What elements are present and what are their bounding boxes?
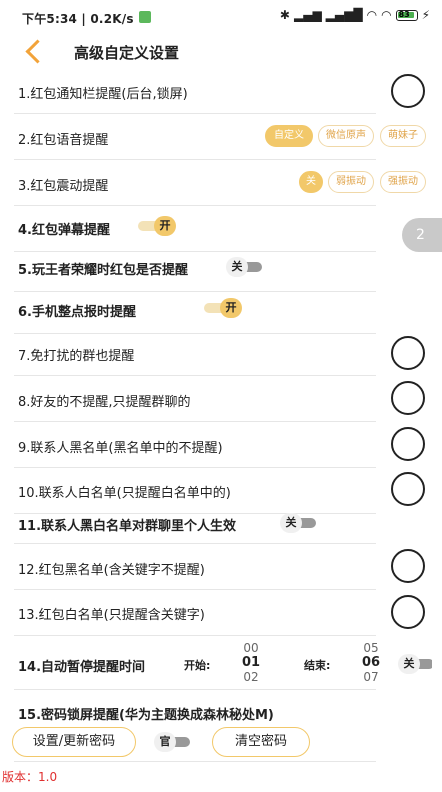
setting-label-4: 4.红包弹幕提醒 [18, 223, 110, 238]
password-lock-toggle-label: 官 [154, 732, 176, 752]
setting-label-8: 8.好友的不提醒,只提醒群聊的 [18, 395, 191, 410]
pause-start-prev: 00 [243, 641, 259, 655]
wifi-icon: ◠ [366, 8, 378, 22]
honor-of-kings-toggle-label: 关 [226, 257, 248, 277]
setting-row-5: 5.玩王者荣耀时红包是否提醒 [14, 246, 376, 292]
setting-10-radio[interactable] [391, 472, 425, 506]
setting-8-radio[interactable] [391, 381, 425, 415]
pause-start-current: 01 [241, 655, 261, 670]
setting-row-11: 11.联系人黑白名单对群聊里个人生效 [14, 502, 376, 544]
setting-label-6: 6.手机整点报时提醒 [18, 305, 136, 320]
pause-start-label: 开始: [184, 659, 211, 672]
signal-icon: ▂▄▆ [293, 8, 322, 22]
setting-row-7: 7.免打扰的群也提醒 [14, 330, 376, 376]
voice-option-wechat[interactable]: 微信原声 [318, 125, 374, 147]
status-icons: ✱ ▂▄▆ ▂▄▆█ ◠ ◠ 83 ⚡ [280, 8, 430, 22]
setting-label-14: 14.自动暂停提醒时间 [18, 660, 146, 675]
setting-1-radio[interactable] [391, 74, 425, 108]
vibrate-option-off[interactable]: 关 [299, 171, 323, 193]
status-time: 下午5:34 | 0.2K/s [22, 12, 134, 26]
charging-icon: ⚡ [421, 8, 430, 22]
battery-icon: 83 [395, 9, 418, 21]
set-password-button[interactable]: 设置/更新密码 [12, 727, 136, 757]
float-badge[interactable]: 2 [402, 218, 442, 252]
bluetooth-icon: ✱ [279, 8, 290, 22]
pause-start-picker[interactable]: 00 01 02 [236, 641, 266, 684]
danmaku-toggle[interactable]: 开 [138, 216, 178, 236]
pause-end-current: 06 [361, 655, 381, 670]
notification-icon [139, 11, 151, 23]
honor-of-kings-toggle[interactable]: 关 [226, 257, 266, 277]
hourly-chime-toggle[interactable]: 开 [204, 298, 244, 318]
page-title: 高级自定义设置 [74, 44, 180, 62]
danmaku-toggle-label: 开 [154, 216, 176, 236]
pause-start-next: 02 [243, 670, 259, 684]
setting-7-radio[interactable] [391, 336, 425, 370]
setting-label-9: 9.联系人黑名单(黑名单中的不提醒) [18, 441, 223, 456]
vibrate-option-strong[interactable]: 强振动 [380, 171, 426, 193]
group-blackwhite-toggle[interactable]: 关 [280, 513, 320, 533]
setting-label-15: 15.密码锁屏提醒(华为主题换成森林秘处M) [18, 708, 274, 723]
auto-pause-toggle[interactable]: 关 [398, 654, 432, 674]
back-arrow-icon[interactable] [22, 38, 44, 66]
pause-end-picker[interactable]: 05 06 07 [356, 641, 386, 684]
setting-row-9: 9.联系人黑名单(黑名单中的不提醒) [14, 422, 376, 468]
setting-label-2: 2.红包语音提醒 [18, 133, 109, 148]
setting-row-6: 6.手机整点报时提醒 [14, 288, 376, 334]
voice-option-cute[interactable]: 萌妹子 [380, 125, 426, 147]
pause-end-prev: 05 [363, 641, 379, 655]
vibrate-option-weak[interactable]: 弱振动 [328, 171, 374, 193]
setting-label-13: 13.红包白名单(只提醒含关键字) [18, 608, 205, 623]
setting-label-5: 5.玩王者荣耀时红包是否提醒 [18, 263, 188, 278]
setting-label-7: 7.免打扰的群也提醒 [18, 349, 135, 364]
setting-12-radio[interactable] [391, 549, 425, 583]
setting-row-1: 1.红包通知栏提醒(后台,锁屏) [14, 68, 376, 114]
setting-label-12: 12.红包黑名单(含关键字不提醒) [18, 563, 205, 578]
title-bar: 高级自定义设置 [0, 34, 442, 70]
auto-pause-toggle-label: 关 [398, 654, 420, 674]
wifi-icon-2: ◠ [381, 8, 392, 22]
password-lock-toggle[interactable]: 官 [154, 732, 194, 752]
version-label: 版本：1.0 [2, 770, 58, 784]
setting-row-8: 8.好友的不提醒,只提醒群聊的 [14, 376, 376, 422]
voice-option-custom[interactable]: 自定义 [265, 125, 313, 147]
setting-9-radio[interactable] [391, 427, 425, 461]
setting-row-12: 12.红包黑名单(含关键字不提醒) [14, 544, 376, 590]
pause-end-label: 结束: [304, 659, 331, 672]
hourly-chime-toggle-label: 开 [220, 298, 242, 318]
setting-row-13: 13.红包白名单(只提醒含关键字) [14, 590, 376, 636]
setting-label-3: 3.红包震动提醒 [18, 179, 109, 194]
setting-13-radio[interactable] [391, 595, 425, 629]
status-bar: 下午5:34 | 0.2K/s ✱ ▂▄▆ ▂▄▆█ ◠ ◠ 83 ⚡ [0, 0, 442, 34]
setting-label-1: 1.红包通知栏提醒(后台,锁屏) [18, 87, 188, 102]
group-blackwhite-toggle-label: 关 [280, 513, 302, 533]
setting-label-10: 10.联系人白名单(只提醒白名单中的) [18, 486, 231, 501]
battery-level: 83 [398, 9, 410, 19]
setting-label-11: 11.联系人黑白名单对群聊里个人生效 [18, 519, 237, 534]
clear-password-button[interactable]: 清空密码 [212, 727, 310, 757]
pause-end-next: 07 [363, 670, 379, 684]
hd-signal-icon: ▂▄▆█ [325, 8, 363, 22]
